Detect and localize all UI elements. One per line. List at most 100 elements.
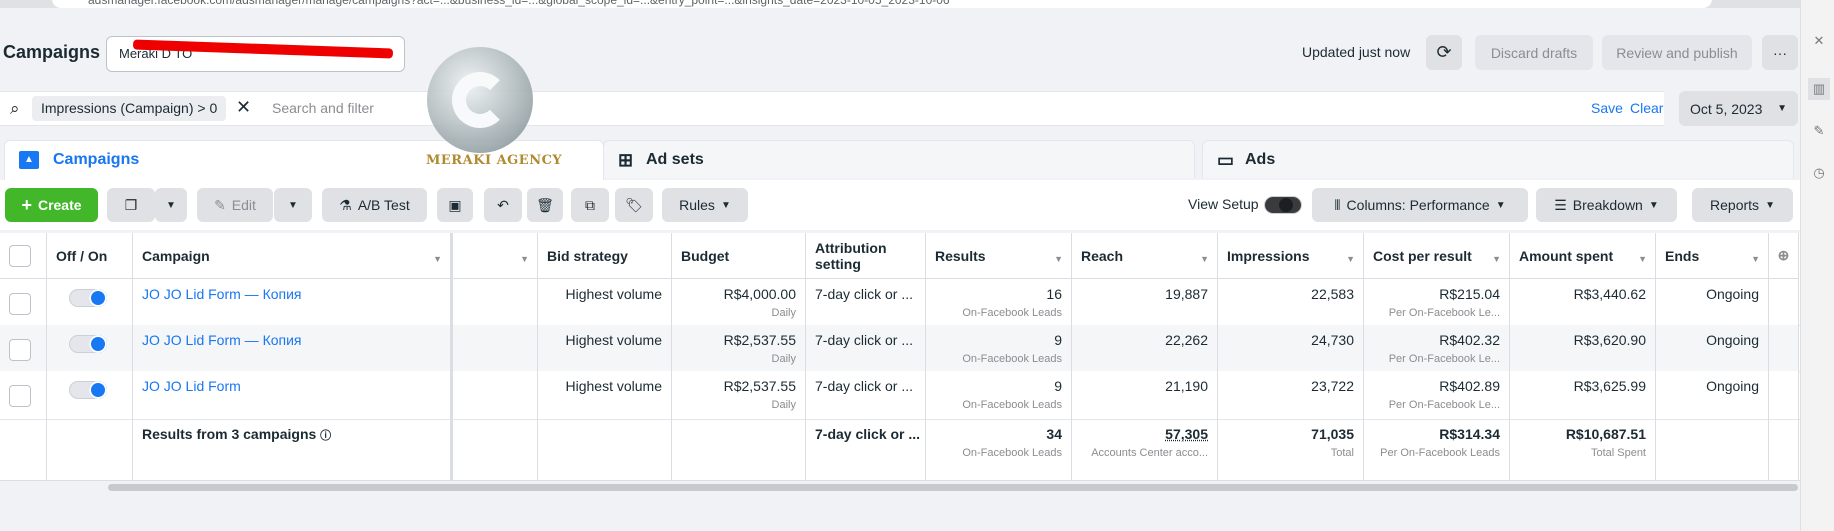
summary-cell bbox=[672, 419, 806, 480]
header-reach-label: Reach bbox=[1081, 247, 1124, 264]
hidden-column-cell bbox=[453, 371, 538, 419]
refresh-button[interactable]: ⟳ bbox=[1426, 35, 1462, 70]
select-all-checkbox[interactable] bbox=[9, 244, 31, 267]
create-button[interactable]: + Create bbox=[5, 188, 98, 222]
select-all-header bbox=[0, 233, 47, 279]
preview-button[interactable]: ⧉ bbox=[571, 188, 609, 222]
header-off-on[interactable]: Off / On bbox=[47, 233, 133, 279]
columns-dropdown[interactable]: ⦀ Columns: Performance ▼ bbox=[1312, 188, 1528, 222]
tab-campaigns-label: Campaigns bbox=[53, 151, 140, 168]
sort-icon: ▼ bbox=[433, 254, 442, 264]
budget-sub: Daily bbox=[771, 399, 796, 411]
reach-cell: 19,887 bbox=[1072, 279, 1218, 325]
address-bar[interactable]: adsmanager.facebook.com/adsmanager/manag… bbox=[52, 0, 1712, 8]
budget-value: R$2,537.55 bbox=[723, 378, 796, 394]
ends-cell: Ongoing bbox=[1656, 279, 1769, 325]
caret-down-icon: ▼ bbox=[1495, 199, 1506, 211]
tab-ads[interactable]: ▭ Ads bbox=[1202, 140, 1794, 178]
summary-reach-value[interactable]: 57,305 bbox=[1165, 426, 1208, 442]
header-amount-spent[interactable]: Amount spent ▼ bbox=[1510, 233, 1656, 279]
summary-cpr-sub: Per On-Facebook Leads bbox=[1380, 447, 1500, 459]
header-ends[interactable]: Ends ▼ bbox=[1656, 233, 1769, 279]
tab-adsets[interactable]: ⊞ Ad sets bbox=[603, 140, 1195, 178]
edit-button[interactable]: ✎ Edit bbox=[197, 188, 273, 222]
sort-icon: ▼ bbox=[1200, 254, 1209, 264]
refresh-icon: ⟳ bbox=[1436, 42, 1452, 62]
cpr-sub: Per On-Facebook Le... bbox=[1388, 353, 1500, 365]
header-cost-per-result[interactable]: Cost per result ▼ bbox=[1364, 233, 1510, 279]
budget-value: R$2,537.55 bbox=[723, 332, 796, 348]
remove-filter-icon[interactable]: ✕ bbox=[236, 97, 251, 118]
header-campaign-label: Campaign bbox=[142, 247, 210, 264]
clipboard-button[interactable]: ▣ bbox=[437, 188, 473, 222]
campaign-status-toggle[interactable] bbox=[69, 335, 107, 353]
duplicate-button[interactable]: ❐ bbox=[107, 188, 155, 222]
summary-label: Results from 3 campaigns ⓘ bbox=[133, 419, 453, 480]
sort-icon: ▼ bbox=[1751, 254, 1760, 264]
campaign-status-toggle[interactable] bbox=[69, 381, 107, 399]
results-value: 9 bbox=[1054, 332, 1062, 348]
horizontal-scrollbar[interactable] bbox=[108, 484, 1798, 491]
add-column-button[interactable]: ⊕ bbox=[1769, 233, 1799, 279]
chart-icon[interactable]: ▥ bbox=[1808, 78, 1830, 100]
more-options-button[interactable]: ··· bbox=[1762, 35, 1798, 70]
caret-down-icon: ▼ bbox=[1777, 103, 1787, 114]
breakdown-dropdown[interactable]: ☰ Breakdown ▼ bbox=[1536, 188, 1677, 222]
summary-spent-value: R$10,687.51 bbox=[1565, 426, 1646, 442]
clock-icon[interactable]: ◷ bbox=[1812, 166, 1826, 180]
campaign-status-toggle[interactable] bbox=[69, 289, 107, 307]
row-checkbox[interactable] bbox=[9, 339, 31, 361]
header-reach[interactable]: Reach ▼ bbox=[1072, 233, 1218, 279]
header-impressions[interactable]: Impressions ▼ bbox=[1218, 233, 1364, 279]
search-input[interactable]: Search and filter bbox=[272, 100, 374, 116]
header-budget-label: Budget bbox=[681, 247, 730, 264]
view-setup-toggle[interactable] bbox=[1264, 196, 1302, 214]
row-toggle-cell bbox=[47, 279, 133, 325]
summary-label-text: Results from 3 campaigns bbox=[142, 426, 317, 442]
row-checkbox[interactable] bbox=[9, 293, 31, 315]
discard-drafts-button[interactable]: Discard drafts bbox=[1475, 35, 1593, 70]
undo-button[interactable]: ↶ bbox=[484, 188, 522, 222]
header-bid-strategy[interactable]: Bid strategy bbox=[538, 233, 672, 279]
review-publish-button[interactable]: Review and publish bbox=[1602, 35, 1752, 70]
hidden-column-cell bbox=[453, 325, 538, 371]
header-hidden-column[interactable]: ▼ bbox=[453, 233, 538, 279]
info-icon[interactable]: ⓘ bbox=[320, 430, 331, 442]
campaign-name-link[interactable]: JO JO Lid Form — Копия bbox=[142, 332, 302, 348]
summary-cpr-value: R$314.34 bbox=[1439, 426, 1500, 442]
row-checkbox[interactable] bbox=[9, 385, 31, 407]
tab-adsets-label: Ad sets bbox=[646, 151, 704, 168]
summary-impressions: 71,035 Total bbox=[1218, 419, 1364, 480]
header-campaign[interactable]: Campaign ▼ bbox=[133, 233, 453, 279]
summary-cell bbox=[538, 419, 672, 480]
budget-cell: R$2,537.55 Daily bbox=[672, 371, 806, 419]
results-sub: On-Facebook Leads bbox=[962, 353, 1062, 365]
close-icon[interactable]: ✕ bbox=[1812, 34, 1826, 48]
edit-dropdown[interactable]: ▼ bbox=[274, 188, 312, 222]
campaign-name-link[interactable]: JO JO Lid Form — Копия bbox=[142, 286, 302, 302]
header-results[interactable]: Results ▼ bbox=[926, 233, 1072, 279]
view-setup-label: View Setup bbox=[1188, 196, 1259, 212]
ads-window-icon: ▭ bbox=[1217, 150, 1235, 170]
header-budget[interactable]: Budget bbox=[672, 233, 806, 279]
summary-results-value: 34 bbox=[1046, 426, 1062, 442]
caret-down-icon: ▼ bbox=[1648, 199, 1659, 211]
campaign-name-link[interactable]: JO JO Lid Form bbox=[142, 378, 241, 394]
ab-test-button[interactable]: ⚗ A/B Test bbox=[322, 188, 427, 222]
header-attribution[interactable]: Attribution setting bbox=[806, 233, 926, 279]
save-filter-link[interactable]: Save bbox=[1591, 100, 1623, 116]
pencil-icon[interactable]: ✎ bbox=[1812, 124, 1826, 138]
cpr-sub: Per On-Facebook Le... bbox=[1388, 399, 1500, 411]
rules-button[interactable]: Rules ▼ bbox=[662, 188, 748, 222]
sort-icon: ▼ bbox=[1638, 254, 1647, 264]
delete-button[interactable]: 🗑 bbox=[527, 188, 563, 222]
clear-filter-link[interactable]: Clear bbox=[1630, 100, 1663, 116]
date-picker[interactable]: Oct 5, 2023 ▼ bbox=[1679, 91, 1798, 126]
amount-spent-cell: R$3,440.62 bbox=[1510, 279, 1656, 325]
duplicate-dropdown[interactable]: ▼ bbox=[155, 188, 187, 222]
tag-button[interactable]: 🏷 bbox=[615, 188, 653, 222]
reports-dropdown[interactable]: Reports ▼ bbox=[1692, 188, 1793, 222]
rules-label: Rules bbox=[679, 197, 715, 213]
filter-chip[interactable]: Impressions (Campaign) > 0 bbox=[32, 96, 227, 121]
search-icon: ⌕ bbox=[10, 99, 20, 118]
